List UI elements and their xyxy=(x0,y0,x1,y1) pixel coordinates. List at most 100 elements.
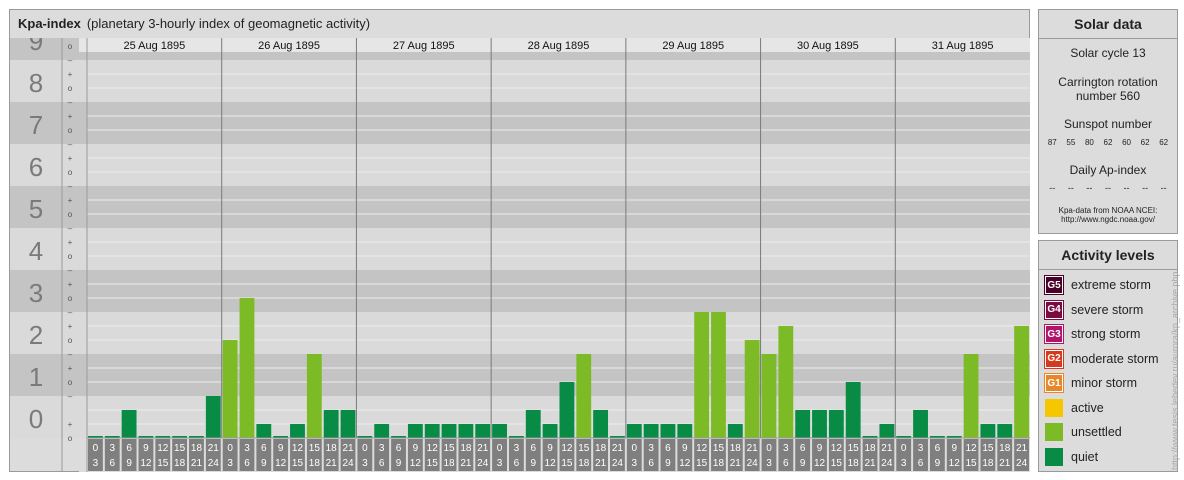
hour-start-label: 9 xyxy=(547,443,553,454)
kpa-bar-chart: 0o+1–o+2–o+3–o+4–o+5–o+6–o+7–o+8–o+9–o+o… xyxy=(10,38,1030,472)
solar-data-panel: Solar data Solar cycle 13 Carrington rot… xyxy=(1038,9,1178,234)
y-sub-mark: + xyxy=(68,238,73,247)
solar-data-title: Solar data xyxy=(1074,16,1142,32)
source-link[interactable]: http://www.ngdc.noaa.gov/ xyxy=(1039,215,1177,224)
hour-end-label: 21 xyxy=(999,458,1011,469)
legend-label: active xyxy=(1071,400,1104,415)
hour-end-label: 15 xyxy=(966,458,978,469)
kp-band xyxy=(10,186,1030,228)
hour-start-label: 0 xyxy=(227,443,233,454)
sunspot-value: 62 xyxy=(1140,138,1150,147)
y-tick-label: 9 xyxy=(29,38,43,56)
hour-end-label: 12 xyxy=(814,458,826,469)
y-sub-mark: o xyxy=(68,84,73,93)
y-sub-mark: – xyxy=(68,182,73,191)
kp-bar xyxy=(407,424,423,438)
legend-item: G2 moderate storm xyxy=(1044,348,1159,369)
ap-index-values: -- -- -- -- -- -- -- xyxy=(1043,183,1173,193)
sunspot-value: 62 xyxy=(1159,138,1169,147)
kp-bar xyxy=(374,424,390,438)
legend-swatch: G2 xyxy=(1044,348,1064,369)
hour-end-label: 21 xyxy=(326,458,338,469)
source-line-1: Kpa-data from NOAA NCEI: xyxy=(1058,206,1158,215)
kp-bar xyxy=(593,409,609,438)
hour-end-label: 24 xyxy=(208,458,220,469)
kp-bar xyxy=(256,424,272,438)
hour-end-label: 9 xyxy=(261,458,267,469)
legend-swatch: G1 xyxy=(1044,373,1064,393)
kp-bar xyxy=(525,409,541,438)
sunspot-value: 55 xyxy=(1066,138,1076,147)
legend-item: G3 strong storm xyxy=(1044,324,1141,344)
kp-bar xyxy=(879,424,895,438)
y-tick-label: 2 xyxy=(29,320,43,350)
kp-bar xyxy=(121,409,137,438)
hour-start-label: 6 xyxy=(935,443,941,454)
hour-end-label: 9 xyxy=(935,458,941,469)
hour-end-label: 21 xyxy=(595,458,607,469)
hour-start-label: 18 xyxy=(595,443,607,454)
kp-bar xyxy=(980,424,996,438)
hour-end-label: 18 xyxy=(982,458,994,469)
hour-end-label: 6 xyxy=(109,458,115,469)
legend-swatch xyxy=(1045,447,1063,466)
legend-swatch: G3 xyxy=(1044,324,1064,344)
hour-start-label: 3 xyxy=(109,443,115,454)
hour-end-label: 3 xyxy=(766,458,772,469)
y-sub-mark: o xyxy=(68,126,73,135)
hour-start-label: 0 xyxy=(631,443,637,454)
activity-levels-header: Activity levels xyxy=(1039,241,1177,270)
kp-bar xyxy=(576,354,592,438)
hour-end-label: 3 xyxy=(497,458,503,469)
y-sub-mark: + xyxy=(68,112,73,121)
kp-bar xyxy=(222,340,238,438)
legend-item: unsettled xyxy=(1045,422,1122,442)
hour-start-label: 6 xyxy=(800,443,806,454)
kp-bar xyxy=(795,409,811,438)
kp-bar xyxy=(306,354,322,438)
kp-bar xyxy=(677,424,693,438)
kp-bar xyxy=(424,424,440,438)
hour-end-label: 24 xyxy=(881,458,893,469)
kp-bar xyxy=(323,409,339,438)
kp-bar xyxy=(559,382,575,438)
y-sub-mark: + xyxy=(68,154,73,163)
hour-start-label: 3 xyxy=(379,443,385,454)
hour-start-label: 18 xyxy=(999,443,1011,454)
hour-end-label: 18 xyxy=(848,458,860,469)
day-label: 30 Aug 1895 xyxy=(797,40,859,52)
y-tick-label: 5 xyxy=(29,194,43,224)
carrington-line-1: Carrington rotation xyxy=(1058,75,1158,89)
hour-start-label: 18 xyxy=(191,443,203,454)
ap-value: -- xyxy=(1049,183,1056,193)
hour-start-label: 21 xyxy=(477,443,489,454)
hour-start-label: 0 xyxy=(901,443,907,454)
hour-end-label: 9 xyxy=(665,458,671,469)
hour-start-label: 3 xyxy=(783,443,789,454)
hour-start-label: 18 xyxy=(864,443,876,454)
day-label: 27 Aug 1895 xyxy=(393,40,455,52)
hour-start-label: 3 xyxy=(918,443,924,454)
kp-bar xyxy=(643,424,659,438)
kp-band xyxy=(10,270,1030,312)
hour-end-label: 6 xyxy=(244,458,250,469)
activity-levels-panel: Activity levels G5 extreme storm G4 severe … xyxy=(1038,240,1178,472)
legend-label: strong storm xyxy=(1071,327,1141,341)
kp-bar xyxy=(239,298,255,438)
hour-start-label: 12 xyxy=(157,443,169,454)
kp-bar xyxy=(458,424,474,438)
kp-band xyxy=(10,102,1030,144)
kp-band xyxy=(10,144,1030,186)
hour-end-label: 12 xyxy=(545,458,557,469)
hour-start-label: 15 xyxy=(174,443,186,454)
hour-end-label: 21 xyxy=(460,458,472,469)
sunspot-label: Sunspot number xyxy=(1063,117,1153,131)
hour-start-label: 12 xyxy=(966,443,978,454)
legend-item: G4 severe storm xyxy=(1044,299,1143,320)
hour-end-label: 6 xyxy=(783,458,789,469)
day-label: 25 Aug 1895 xyxy=(123,40,185,52)
hour-start-label: 12 xyxy=(831,443,843,454)
hour-end-label: 12 xyxy=(140,458,152,469)
y-sub-mark: – xyxy=(68,98,73,107)
hour-end-label: 6 xyxy=(379,458,385,469)
